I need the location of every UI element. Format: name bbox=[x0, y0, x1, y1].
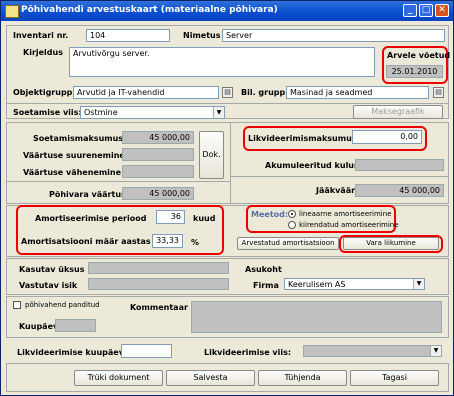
asset-value-field: 45 000,00 bbox=[122, 187, 194, 200]
payments-button[interactable]: Maksegraafik bbox=[353, 105, 443, 119]
method-linear-label: lineaarne amortiseerimine bbox=[299, 210, 392, 218]
rate-unit: % bbox=[191, 238, 200, 247]
bil-group-input[interactable]: Masinad ja seadmed bbox=[286, 86, 429, 99]
accounting-date-label: Arvele võetud bbox=[387, 51, 451, 60]
pledge-date-label: Kuupäev bbox=[19, 322, 59, 331]
liquidation-date-input[interactable] bbox=[121, 344, 172, 358]
inventory-input[interactable]: 104 bbox=[86, 29, 170, 42]
acquisition-method-label: Soetamise viis: bbox=[13, 108, 82, 117]
period-label: Amortiseerimise periood bbox=[35, 214, 147, 223]
maximize-icon[interactable]: □ bbox=[419, 4, 433, 17]
back-button[interactable]: Tagasi bbox=[350, 370, 439, 386]
window-title: Põhivahendi arvestuskaart (materiaalne p… bbox=[21, 5, 278, 15]
acquisition-cost-field: 45 000,00 bbox=[122, 131, 194, 144]
user-unit-field bbox=[88, 262, 229, 274]
bil-group-lookup-icon[interactable]: ▤ bbox=[433, 87, 444, 98]
period-input[interactable]: 36 bbox=[156, 210, 185, 224]
acquisition-method-select[interactable]: Ostmine ▼ bbox=[80, 106, 225, 119]
pledged-label: põhivahend panditud bbox=[25, 301, 100, 309]
rate-input[interactable]: 33,33 bbox=[152, 234, 183, 248]
liquidation-cost-label: Likvideerimismaksumus bbox=[248, 134, 357, 143]
value-decrease-field bbox=[122, 165, 194, 178]
asset-value-label: Põhivara väärtus bbox=[49, 190, 126, 199]
documents-button[interactable]: Dok. bbox=[199, 131, 224, 179]
inventory-label: Inventari nr. bbox=[13, 31, 69, 40]
liquidation-cost-input[interactable]: 0,00 bbox=[352, 130, 422, 144]
method-label: Meetod: bbox=[251, 210, 289, 219]
asset-card-window: Põhivahendi arvestuskaart (materiaalne p… bbox=[0, 0, 454, 396]
name-label: Nimetus bbox=[183, 31, 221, 40]
divider bbox=[6, 181, 230, 182]
name-input[interactable]: Server bbox=[222, 29, 445, 42]
value-increase-label: Väärtuse suurenemine bbox=[23, 151, 125, 160]
value-decrease-label: Väärtuse vähenemine bbox=[23, 168, 122, 177]
responsible-field bbox=[88, 278, 229, 290]
comment-field bbox=[191, 301, 442, 333]
method-linear-radio[interactable] bbox=[288, 210, 296, 218]
close-icon[interactable]: ✕ bbox=[435, 4, 449, 17]
address-label: Asukoht bbox=[245, 265, 282, 274]
company-select[interactable]: Keerulisem AS ▼ bbox=[284, 278, 425, 290]
description-textarea[interactable]: Arvutivõrgu server. bbox=[69, 47, 375, 77]
method-accelerated-label: kiirendatud amortiseerimine bbox=[299, 221, 399, 229]
accumulated-depreciation-label: Akumuleeritud kulum bbox=[265, 161, 363, 170]
pledge-date-field bbox=[55, 319, 96, 332]
description-label: Kirjeldus bbox=[23, 48, 63, 57]
rate-label: Amortisatsiooni määr aastas bbox=[21, 237, 151, 246]
pledged-checkbox[interactable] bbox=[13, 301, 21, 309]
acquisition-cost-label: Soetamismaksumus bbox=[33, 134, 124, 143]
user-unit-label: Kasutav üksus bbox=[19, 265, 85, 274]
residual-value-field: 45 000,00 bbox=[355, 184, 444, 197]
asset-movement-button[interactable]: Vara liikumine bbox=[343, 237, 439, 250]
liquidation-date-label: Likvideerimise kuupäev bbox=[17, 348, 124, 357]
chevron-down-icon[interactable]: ▼ bbox=[413, 279, 424, 289]
accounting-date-field: 25.01.2010 bbox=[386, 65, 443, 78]
divider bbox=[6, 103, 449, 104]
object-group-lookup-icon[interactable]: ▤ bbox=[222, 87, 233, 98]
object-group-label: Objektigrupp bbox=[13, 88, 73, 97]
form-icon bbox=[5, 5, 19, 18]
liquidation-method-select: ▼ bbox=[303, 345, 442, 357]
acquisition-method-value: Ostmine bbox=[84, 108, 118, 117]
liquidation-method-label: Likvideerimise viis: bbox=[204, 348, 292, 357]
clear-button[interactable]: Tühjenda bbox=[258, 370, 347, 386]
bil-group-label: Bil. grupp bbox=[241, 88, 286, 97]
company-label: Firma bbox=[253, 281, 279, 290]
company-value: Keerulisem AS bbox=[288, 280, 346, 289]
responsible-label: Vastutav isik bbox=[19, 281, 78, 290]
period-unit: kuud bbox=[193, 214, 216, 223]
chevron-down-icon: ▼ bbox=[430, 346, 441, 356]
vertical-divider bbox=[230, 122, 231, 204]
print-document-button[interactable]: Trüki dokument bbox=[74, 370, 163, 386]
title-bar: Põhivahendi arvestuskaart (materiaalne p… bbox=[1, 1, 453, 21]
method-accelerated-radio[interactable] bbox=[288, 221, 296, 229]
divider bbox=[230, 176, 449, 177]
minimize-icon[interactable]: _ bbox=[403, 4, 417, 17]
accumulated-depreciation-field bbox=[355, 159, 444, 171]
chevron-down-icon[interactable]: ▼ bbox=[213, 107, 224, 118]
value-increase-field bbox=[122, 148, 194, 161]
calculated-depreciation-button[interactable]: Arvestatud amortisatsioon bbox=[237, 237, 339, 250]
comment-label: Kommentaar bbox=[130, 303, 188, 312]
object-group-input[interactable]: Arvutid ja IT-vahendid bbox=[73, 86, 219, 99]
save-button[interactable]: Salvesta bbox=[166, 370, 255, 386]
